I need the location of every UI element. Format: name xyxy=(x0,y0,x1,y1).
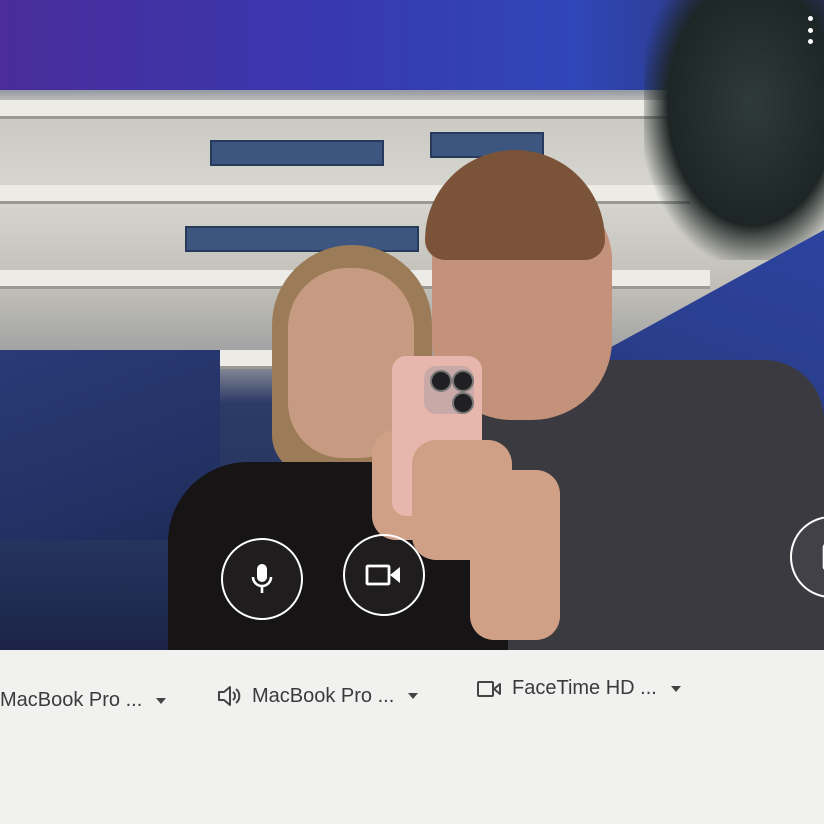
camera-toggle-button[interactable] xyxy=(343,534,425,616)
speaker-select[interactable]: MacBook Pro ... xyxy=(216,684,419,708)
videocam-icon xyxy=(365,564,400,586)
camera-preview xyxy=(0,0,824,650)
camera-label: FaceTime HD ... xyxy=(512,677,657,699)
microphone-label: MacBook Pro ... xyxy=(0,689,143,711)
device-settings-bar: MacBook Pro ... MacBook Pro ... FaceTime… xyxy=(0,650,824,824)
speaker-label: MacBook Pro ... xyxy=(252,684,395,707)
videocam-icon xyxy=(476,679,502,699)
chevron-down-icon xyxy=(670,685,681,692)
camera-select[interactable]: FaceTime HD ... xyxy=(476,677,681,700)
chevron-down-icon xyxy=(156,697,167,704)
present-icon xyxy=(822,544,824,570)
chevron-down-icon xyxy=(408,693,419,699)
more-options-icon[interactable] xyxy=(804,16,816,44)
microphone-select[interactable]: MacBook Pro ... xyxy=(0,689,167,712)
preview-building xyxy=(0,100,680,119)
mic-icon xyxy=(251,564,273,593)
speaker-icon xyxy=(216,684,242,708)
mic-toggle-button[interactable] xyxy=(221,538,303,620)
